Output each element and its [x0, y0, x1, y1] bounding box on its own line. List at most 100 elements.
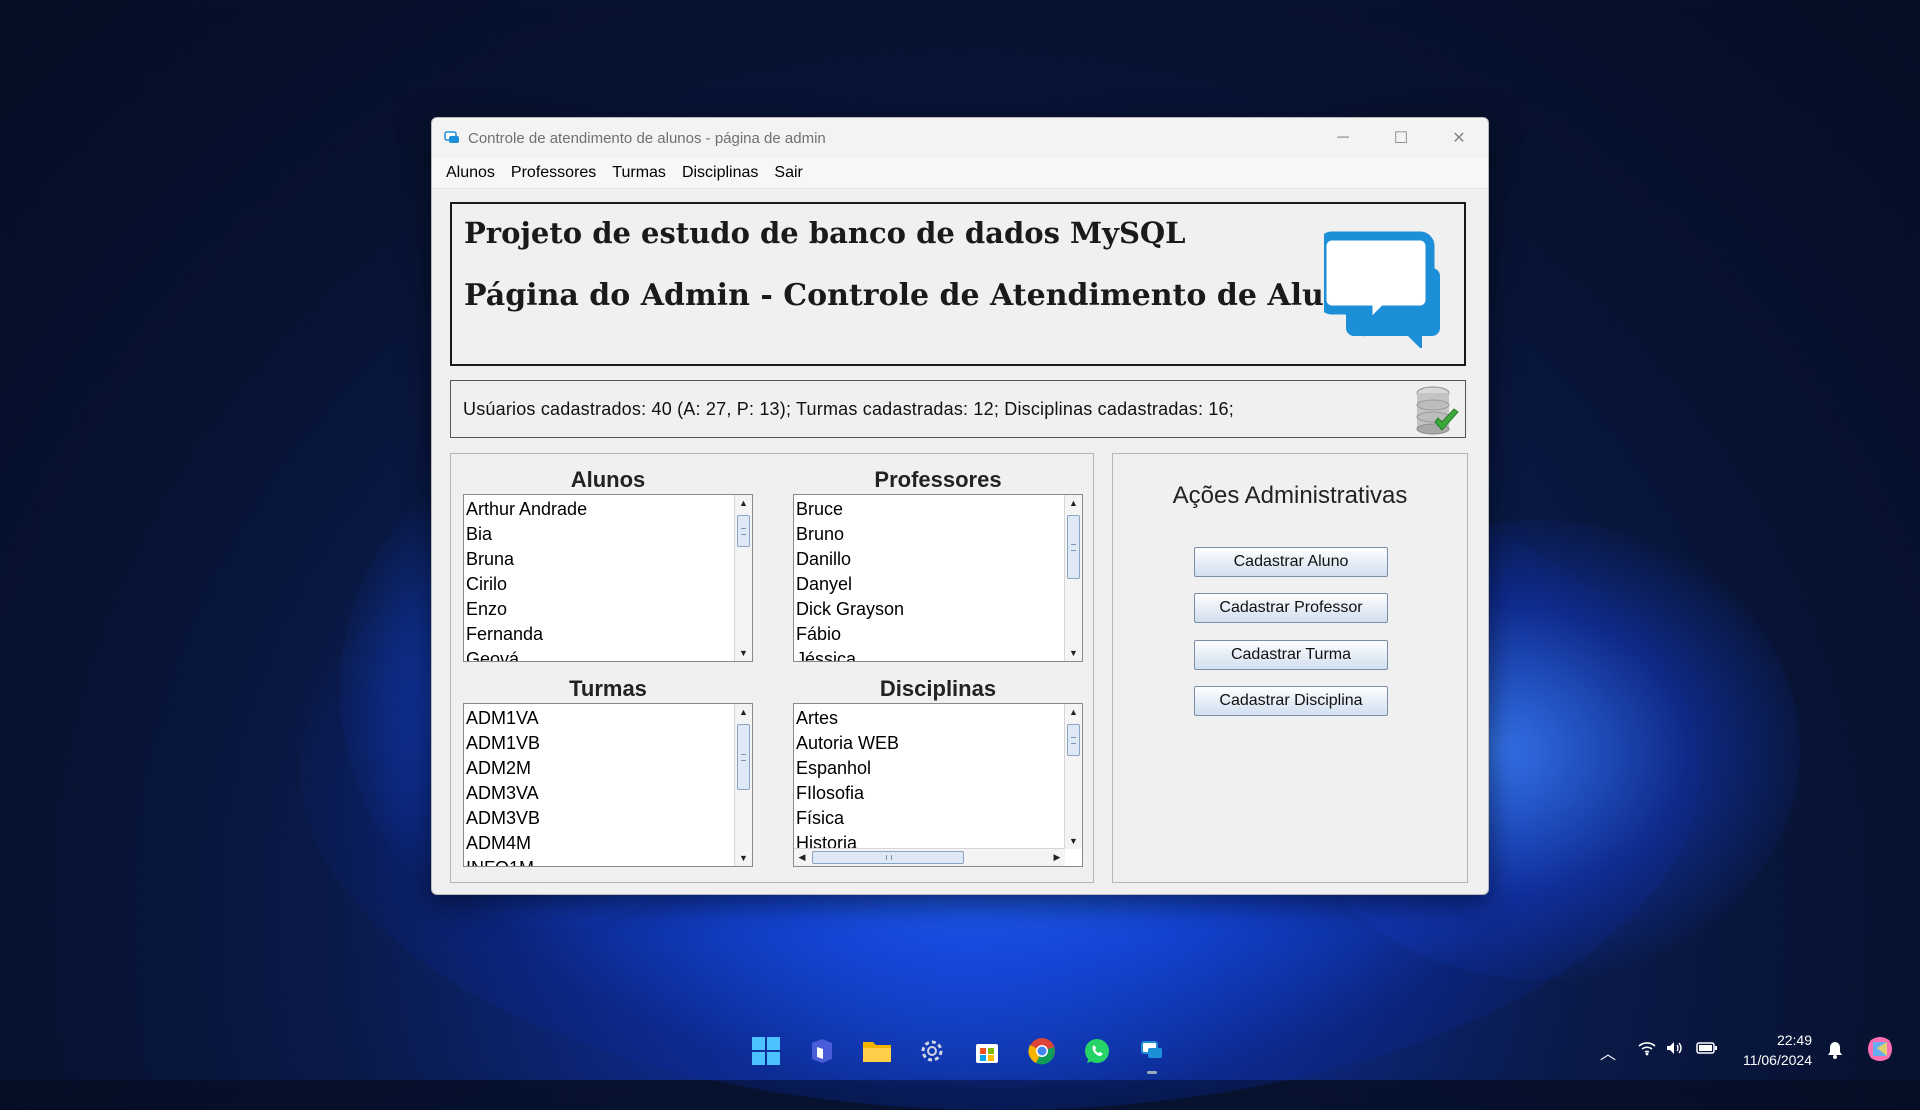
professores-list[interactable]: Bruce Bruno Danillo Danyel Dick Grayson Fábio…	[793, 494, 1083, 662]
taskbar	[0, 1024, 1920, 1080]
list-item[interactable]: Historia	[796, 831, 1064, 848]
app-window: Controle de atendimento de alunos - pági…	[431, 117, 1489, 895]
active-app-indicator	[1147, 1071, 1157, 1074]
header-subtitle: Página do Admin - Controle de Atendiment…	[464, 278, 1383, 313]
scroll-up-icon[interactable]: ▲	[735, 495, 752, 511]
menu-turmas[interactable]: Turmas	[604, 164, 674, 182]
list-item[interactable]: Danyel	[796, 572, 1064, 597]
list-item[interactable]: Física	[796, 806, 1064, 831]
scroll-thumb[interactable]	[737, 724, 750, 790]
whatsapp-icon[interactable]	[1081, 1035, 1113, 1067]
list-item[interactable]: Fernanda	[466, 622, 734, 647]
maximize-button[interactable]: ☐	[1372, 118, 1430, 158]
list-item[interactable]: Bruna	[466, 547, 734, 572]
disciplinas-hscrollbar[interactable]: ◀ ▶	[794, 848, 1065, 866]
file-explorer-icon[interactable]	[861, 1035, 893, 1067]
list-item[interactable]: Danillo	[796, 547, 1064, 572]
list-item[interactable]: Enzo	[466, 597, 734, 622]
list-item[interactable]: ADM4M	[466, 831, 734, 856]
app-icon[interactable]	[806, 1035, 838, 1067]
professores-scrollbar[interactable]: ▲ ▼	[1064, 495, 1082, 661]
close-button[interactable]: ✕	[1430, 118, 1488, 158]
battery-icon[interactable]	[1696, 1040, 1718, 1056]
list-item[interactable]: Dick Grayson	[796, 597, 1064, 622]
cadastrar-disciplina-button[interactable]: Cadastrar Disciplina	[1194, 686, 1388, 716]
list-item[interactable]: Arthur Andrade	[466, 497, 734, 522]
turmas-list[interactable]: ADM1VAADM1VBADM2MADM3VAADM3VBADM4MINFO1M…	[463, 703, 753, 867]
settings-icon[interactable]	[916, 1035, 948, 1067]
professores-title: Professores	[874, 467, 1002, 492]
scroll-up-icon[interactable]: ▲	[1065, 495, 1082, 511]
menu-sair[interactable]: Sair	[766, 164, 810, 182]
list-item[interactable]: FIlosofia	[796, 781, 1064, 806]
list-item[interactable]: ADM3VA	[466, 781, 734, 806]
header-panel: Projeto de estudo de banco de dados MySQ…	[450, 202, 1466, 366]
java-app-icon[interactable]	[1136, 1035, 1168, 1067]
header-title: Projeto de estudo de banco de dados MySQ…	[464, 216, 1186, 250]
app-title-icon	[444, 131, 459, 143]
scroll-left-icon[interactable]: ◀	[794, 849, 810, 865]
alunos-list[interactable]: Arthur Andrade Bia Bruna Cirilo Enzo Fernanda…	[463, 494, 753, 662]
scroll-thumb[interactable]	[1067, 724, 1080, 756]
clock-date: 11/06/2024	[1742, 1052, 1812, 1068]
windows-start-icon[interactable]	[750, 1035, 782, 1067]
copilot-icon[interactable]	[1865, 1034, 1895, 1064]
minimize-button[interactable]: ─	[1314, 118, 1372, 158]
database-check-icon	[1416, 386, 1459, 435]
lists-panel: Alunos Arthur Andrade Bia Bruna Cirilo Enzo F…	[450, 453, 1094, 883]
notification-bell-icon[interactable]	[1826, 1040, 1844, 1060]
list-item[interactable]: Espanhol	[796, 756, 1064, 781]
wifi-icon[interactable]	[1637, 1040, 1657, 1056]
disciplinas-section: Disciplinas Artes Autoria WEB Espanhol FIlo…	[793, 675, 1083, 867]
list-item[interactable]: Autoria WEB	[796, 731, 1064, 756]
scroll-down-icon[interactable]: ▼	[1065, 645, 1082, 661]
stats-panel: Usúarios cadastrados: 40 (A: 27, P: 13);…	[450, 380, 1466, 438]
turmas-scrollbar[interactable]: ▲ ▼	[734, 704, 752, 866]
actions-panel: Ações Administrativas Cadastrar Aluno Ca…	[1112, 453, 1468, 883]
scroll-thumb-horizontal[interactable]	[812, 851, 964, 864]
scroll-up-icon[interactable]: ▲	[1065, 704, 1082, 720]
menu-alunos[interactable]: Alunos	[438, 164, 503, 182]
cadastrar-aluno-button[interactable]: Cadastrar Aluno	[1194, 547, 1388, 577]
alunos-title: Alunos	[570, 467, 646, 492]
stats-text: Usúarios cadastrados: 40 (A: 27, P: 13);…	[463, 399, 1234, 419]
list-item[interactable]: Bia	[466, 522, 734, 547]
list-item[interactable]: Artes	[796, 706, 1064, 731]
list-item[interactable]: Fábio	[796, 622, 1064, 647]
chevron-up-icon[interactable]: ︿	[1600, 1040, 1616, 1064]
cadastrar-turma-button[interactable]: Cadastrar Turma	[1194, 640, 1388, 670]
list-item[interactable]: Cirilo	[466, 572, 734, 597]
menu-disciplinas[interactable]: Disciplinas	[674, 164, 766, 182]
scroll-thumb[interactable]	[737, 515, 750, 547]
cadastrar-professor-button[interactable]: Cadastrar Professor	[1194, 593, 1388, 623]
list-item[interactable]: ADM1VB	[466, 731, 734, 756]
taskbar-clock[interactable]: 22:49 11/06/2024	[1743, 1030, 1812, 1070]
alunos-scrollbar[interactable]: ▲ ▼	[734, 495, 752, 661]
list-item[interactable]: Geová	[466, 647, 734, 661]
alunos-section: Alunos Arthur Andrade Bia Bruna Cirilo Enzo F…	[463, 466, 753, 662]
scroll-up-icon[interactable]: ▲	[735, 704, 752, 720]
list-item[interactable]: ADM3VB	[466, 806, 734, 831]
disciplinas-list[interactable]: Artes Autoria WEB Espanhol FIlosofia Física H…	[793, 703, 1083, 867]
professores-section: Professores Bruce Bruno Danillo Danyel Dick …	[793, 466, 1083, 662]
chrome-icon[interactable]	[1026, 1035, 1058, 1067]
menu-professores[interactable]: Professores	[503, 164, 604, 182]
turmas-title: Turmas	[569, 676, 647, 701]
scroll-down-icon[interactable]: ▼	[735, 850, 752, 866]
disciplinas-title: Disciplinas	[879, 676, 997, 701]
list-item[interactable]: Bruce	[796, 497, 1064, 522]
list-item[interactable]: ADM2M	[466, 756, 734, 781]
disciplinas-vscrollbar[interactable]: ▲ ▼	[1064, 704, 1082, 849]
list-item[interactable]: ADM1VA	[466, 706, 734, 731]
actions-title: Ações Administrativas	[1172, 482, 1408, 509]
volume-icon[interactable]	[1665, 1040, 1685, 1056]
title-bar[interactable]: Controle de atendimento de alunos - pági…	[432, 118, 1488, 158]
scroll-right-icon[interactable]: ▶	[1049, 849, 1065, 865]
store-icon[interactable]	[971, 1035, 1003, 1067]
list-item[interactable]: Bruno	[796, 522, 1064, 547]
scroll-down-icon[interactable]: ▼	[735, 645, 752, 661]
list-item[interactable]: Jéssica	[796, 647, 1064, 661]
scroll-thumb[interactable]	[1067, 515, 1080, 579]
list-item[interactable]: INFO1M	[466, 856, 734, 866]
scroll-down-icon[interactable]: ▼	[1065, 833, 1082, 849]
